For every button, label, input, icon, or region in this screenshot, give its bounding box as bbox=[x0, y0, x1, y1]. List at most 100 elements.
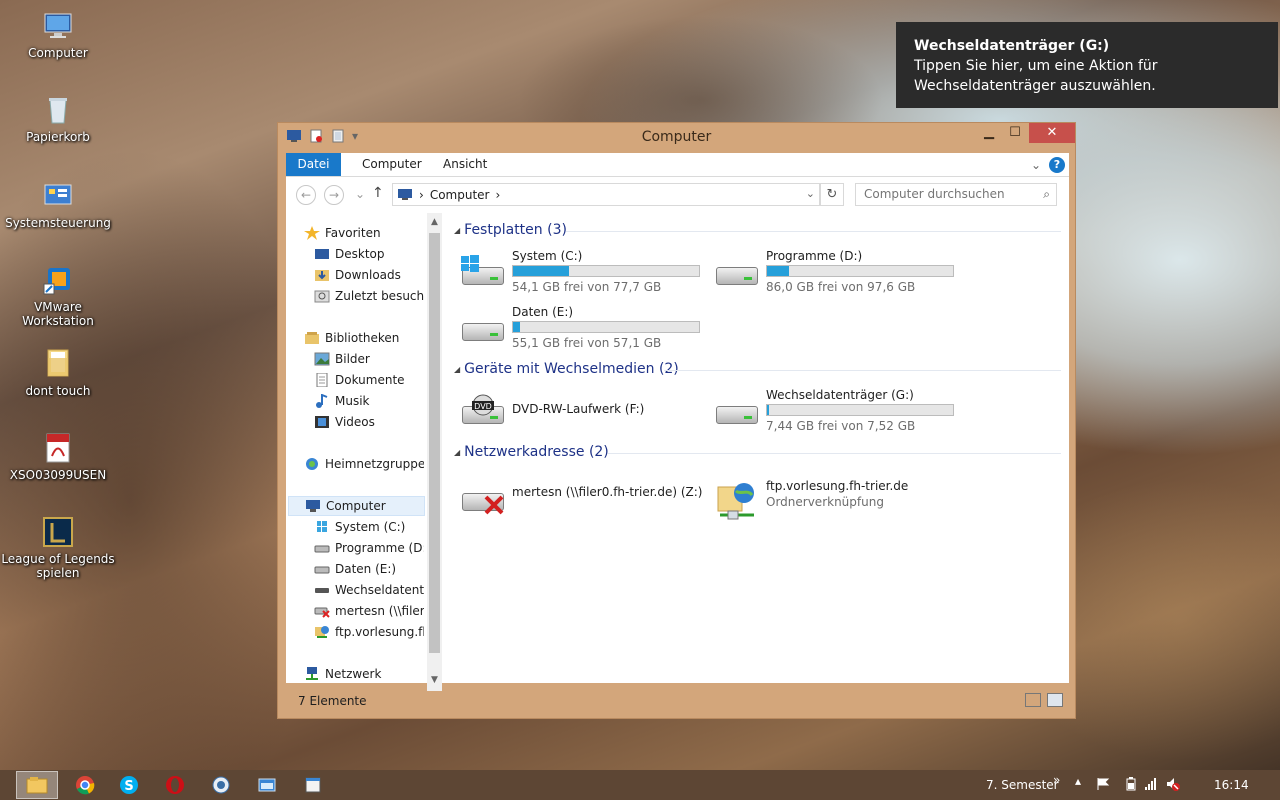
drive-dvd-f[interactable]: DVD DVD-RW-Laufwerk (F:) bbox=[460, 388, 720, 438]
desktop-icon-pdf[interactable]: XSO03099USEN bbox=[0, 432, 116, 482]
details-view-icon[interactable] bbox=[1025, 693, 1041, 707]
action-center-flag-icon[interactable] bbox=[1096, 777, 1110, 791]
nav-downloads[interactable]: Downloads bbox=[314, 265, 424, 285]
desktop-icon-vmware[interactable]: VMware Workstation bbox=[0, 264, 116, 328]
desktop-icon-league-of-legends[interactable]: League of Legends spielen bbox=[0, 516, 116, 580]
nav-scrollbar[interactable]: ▲ ▼ bbox=[427, 213, 442, 691]
tab-computer[interactable]: Computer bbox=[350, 153, 434, 176]
nav-computer[interactable]: Computer bbox=[288, 496, 425, 516]
taskbar-skype[interactable]: S bbox=[108, 771, 150, 799]
taskbar-opera[interactable] bbox=[154, 771, 196, 799]
nav-bilder[interactable]: Bilder bbox=[314, 349, 424, 369]
taskbar-chrome[interactable] bbox=[64, 771, 106, 799]
minimize-button[interactable]: ▁ bbox=[976, 123, 1002, 143]
search-icon[interactable]: ⌕ bbox=[1043, 187, 1050, 202]
refresh-button[interactable]: ↻ bbox=[820, 183, 844, 206]
drive-daten-e[interactable]: Daten (E:) 55,1 GB frei von 57,1 GB bbox=[460, 305, 720, 355]
nav-favoriten[interactable]: Favoriten bbox=[304, 223, 424, 243]
close-button[interactable]: ✕ bbox=[1029, 123, 1075, 143]
computer-icon bbox=[398, 188, 412, 200]
nav-ftp[interactable]: ftp.vorlesung.fh- bbox=[314, 622, 424, 642]
drive-programme-d[interactable]: Programme (D:) 86,0 GB frei von 97,6 GB bbox=[714, 249, 974, 299]
collapse-icon[interactable]: ◢ bbox=[454, 365, 460, 374]
nav-item-label: Netzwerk bbox=[325, 667, 382, 681]
hard-drive-icon bbox=[314, 562, 330, 576]
tab-ansicht[interactable]: Ansicht bbox=[431, 153, 499, 176]
breadcrumb-computer[interactable]: Computer bbox=[430, 188, 490, 202]
window-title: Computer bbox=[641, 129, 712, 145]
drive-system-c[interactable]: System (C:) 54,1 GB frei von 77,7 GB bbox=[460, 249, 720, 299]
nav-bibliotheken[interactable]: Bibliotheken bbox=[304, 328, 424, 348]
nav-desktop[interactable]: Desktop bbox=[314, 244, 424, 264]
drive-usage-bar bbox=[512, 321, 700, 333]
drive-wechseldatentraeger-g[interactable]: Wechseldatenträger (G:) 7,44 GB frei von… bbox=[714, 388, 974, 438]
scroll-down-icon[interactable]: ▼ bbox=[427, 675, 442, 685]
desktop-icon-dont-touch[interactable]: dont touch bbox=[0, 348, 116, 398]
group-wechselmedien[interactable]: ◢ Geräte mit Wechselmedien (2) bbox=[454, 359, 679, 379]
documents-icon bbox=[314, 372, 330, 388]
scroll-up-icon[interactable]: ▲ bbox=[427, 217, 442, 227]
file-explorer-icon bbox=[26, 777, 48, 794]
nav-daten-e[interactable]: Daten (E:) bbox=[314, 559, 424, 579]
taskbar-explorer[interactable] bbox=[16, 771, 58, 799]
nav-mertesn[interactable]: mertesn (\\filer0. bbox=[314, 601, 424, 621]
nav-item-label: Bilder bbox=[335, 352, 370, 366]
taskbar-app-7[interactable] bbox=[292, 771, 334, 799]
windows-drive-icon bbox=[314, 520, 330, 534]
desktop-icon-computer[interactable]: Computer bbox=[0, 10, 116, 60]
chrome-icon bbox=[76, 776, 95, 795]
nav-dokumente[interactable]: Dokumente bbox=[314, 370, 424, 390]
network-location-ftp[interactable]: ftp.vorlesung.fh-trier.de Ordnerverknüpf… bbox=[714, 475, 974, 525]
taskbar-app-6[interactable] bbox=[246, 771, 288, 799]
desktop-icon-label: Computer bbox=[28, 46, 88, 60]
toast-body: Tippen Sie hier, um eine Aktion für Wech… bbox=[914, 58, 1158, 94]
title-bar[interactable]: ▾ Computer ▁ ☐ ✕ bbox=[278, 123, 1075, 151]
volume-muted-icon[interactable] bbox=[1166, 777, 1180, 791]
removable-drive-icon bbox=[714, 394, 760, 430]
nav-zuletzt-besucht[interactable]: Zuletzt besucht bbox=[314, 286, 424, 306]
expand-ribbon-icon[interactable]: ⌄ bbox=[1031, 158, 1041, 172]
nav-programme-d[interactable]: Programme (D:) bbox=[314, 538, 424, 558]
breadcrumb-separator-icon[interactable]: › bbox=[495, 188, 500, 202]
nav-system-c[interactable]: System (C:) bbox=[314, 517, 424, 537]
group-divider bbox=[664, 370, 1061, 371]
collapse-icon[interactable]: ◢ bbox=[454, 448, 460, 457]
collapse-icon[interactable]: ◢ bbox=[454, 226, 460, 235]
nav-videos[interactable]: Videos bbox=[314, 412, 424, 432]
address-dropdown-icon[interactable]: ⌄ bbox=[806, 187, 815, 200]
large-icons-view-icon[interactable] bbox=[1047, 693, 1063, 707]
toolbar-overflow-icon[interactable]: » bbox=[1053, 773, 1060, 787]
group-festplatten[interactable]: ◢ Festplatten (3) bbox=[454, 220, 567, 240]
toolbar-semester[interactable]: 7. Semester bbox=[986, 778, 1059, 792]
nav-item-label: Programme (D:) bbox=[335, 541, 424, 555]
help-icon[interactable]: ? bbox=[1049, 157, 1065, 173]
desktop-icon-recycle-bin[interactable]: Papierkorb bbox=[0, 94, 116, 144]
nav-heimnetzgruppe[interactable]: Heimnetzgruppe bbox=[304, 454, 424, 474]
taskbar-app-5[interactable] bbox=[200, 771, 242, 799]
desktop-icon-control-panel[interactable]: Systemsteuerung bbox=[0, 180, 116, 230]
app-icon bbox=[212, 776, 230, 794]
notification-toast[interactable]: Wechseldatenträger (G:) Tippen Sie hier,… bbox=[896, 22, 1278, 108]
group-netzwerkadresse[interactable]: ◢ Netzwerkadresse (2) bbox=[454, 442, 609, 462]
window-app-icon bbox=[305, 777, 321, 793]
up-button[interactable]: ↑ bbox=[372, 185, 384, 201]
battery-icon[interactable] bbox=[1124, 777, 1138, 791]
show-hidden-icons-icon[interactable]: ▴ bbox=[1075, 774, 1081, 788]
drive-mertesn-z[interactable]: mertesn (\\filer0.fh-trier.de) (Z:) bbox=[460, 475, 720, 525]
address-bar[interactable]: › Computer › ⌄ bbox=[392, 183, 820, 206]
tab-datei[interactable]: Datei bbox=[286, 153, 341, 176]
breadcrumb-separator-icon[interactable]: › bbox=[419, 188, 424, 202]
dvd-drive-icon: DVD bbox=[460, 394, 506, 430]
maximize-button[interactable]: ☐ bbox=[1002, 123, 1028, 143]
recent-locations-icon[interactable]: ⌄ bbox=[350, 185, 370, 205]
nav-musik[interactable]: Musik bbox=[314, 391, 424, 411]
clock[interactable]: 16:14 bbox=[1214, 778, 1249, 792]
network-signal-icon[interactable] bbox=[1144, 777, 1158, 791]
forward-button[interactable]: → bbox=[324, 185, 344, 205]
back-button[interactable]: ← bbox=[296, 185, 316, 205]
search-input[interactable] bbox=[864, 187, 1029, 201]
scrollbar-thumb[interactable] bbox=[429, 233, 440, 653]
nav-wechseldatentraeger[interactable]: Wechseldatenträ bbox=[314, 580, 424, 600]
search-box[interactable]: ⌕ bbox=[855, 183, 1057, 206]
nav-netzwerk[interactable]: Netzwerk bbox=[304, 664, 424, 684]
